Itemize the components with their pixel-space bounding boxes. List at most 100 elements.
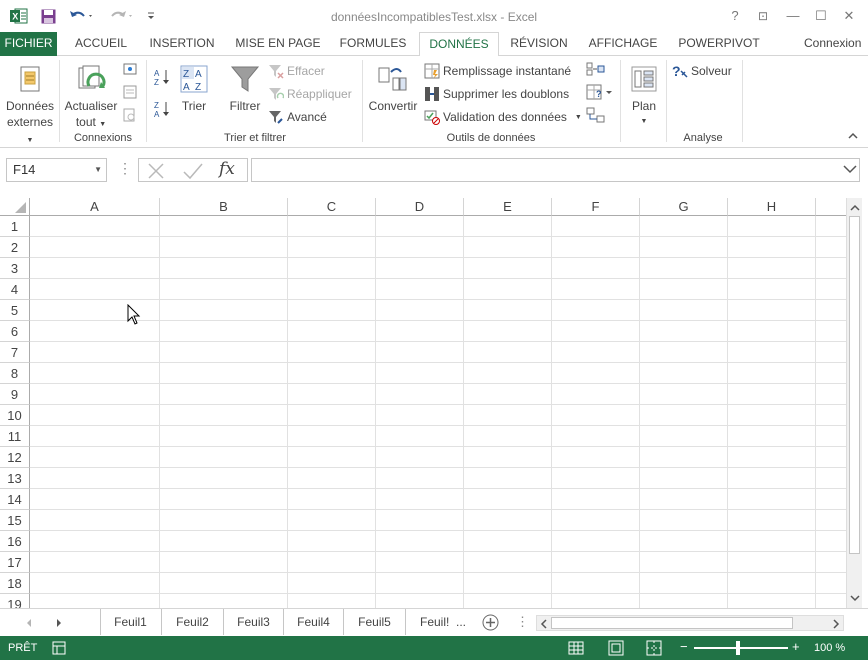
- formula-bar: F14 ▼ ⋮ fx: [0, 148, 868, 198]
- scroll-sheets-left-icon[interactable]: [24, 617, 34, 631]
- minimize-button[interactable]: —: [782, 7, 804, 25]
- filter-button[interactable]: Filtrer: [224, 62, 266, 114]
- row-header[interactable]: 11: [0, 426, 30, 447]
- sort-z-to-a-icon[interactable]: ZA: [154, 100, 172, 119]
- tab-review[interactable]: RÉVISION: [504, 32, 574, 56]
- worksheet-grid[interactable]: ABCDEFGH 1 2 3 4 5 6 7 8 9 10 11 12 13 14 15 16 17 18 19: [0, 198, 846, 608]
- formula-input[interactable]: [251, 158, 860, 182]
- zoom-slider-thumb[interactable]: [736, 641, 740, 655]
- column-header[interactable]: B: [160, 198, 288, 216]
- select-all-button[interactable]: [0, 198, 30, 216]
- sign-in-link[interactable]: Connexion: [804, 32, 868, 56]
- row-header[interactable]: 13: [0, 468, 30, 489]
- expand-formula-bar-icon[interactable]: [843, 163, 857, 178]
- what-if-analysis-icon[interactable]: ?: [586, 84, 614, 102]
- horizontal-scrollbar[interactable]: [536, 615, 844, 631]
- vertical-scrollbar[interactable]: [846, 198, 862, 608]
- row-header[interactable]: 4: [0, 279, 30, 300]
- row-header[interactable]: 2: [0, 237, 30, 258]
- column-header[interactable]: E: [464, 198, 552, 216]
- solver-button[interactable]: ? Solveur: [672, 61, 732, 81]
- row-header[interactable]: 19: [0, 594, 30, 608]
- connections-icon[interactable]: [123, 62, 139, 78]
- row-header[interactable]: 10: [0, 405, 30, 426]
- page-layout-view-icon[interactable]: [608, 640, 624, 659]
- normal-view-icon[interactable]: [568, 640, 584, 659]
- sheet-tab[interactable]: Feuil1: [100, 609, 162, 635]
- zoom-slider[interactable]: [694, 647, 788, 649]
- enter-icon[interactable]: [183, 162, 203, 183]
- row-header[interactable]: 18: [0, 573, 30, 594]
- row-header[interactable]: 9: [0, 384, 30, 405]
- relationships-icon[interactable]: [586, 107, 606, 125]
- zoom-in-icon[interactable]: +: [792, 639, 800, 654]
- row-header[interactable]: 14: [0, 489, 30, 510]
- ribbon-display-button[interactable]: ⊡: [752, 7, 774, 25]
- flash-fill-button[interactable]: Remplissage instantané: [424, 61, 571, 81]
- row-header[interactable]: 17: [0, 552, 30, 573]
- scroll-sheets-right-icon[interactable]: [54, 617, 64, 631]
- external-data-button[interactable]: Données externes ▼: [4, 62, 56, 149]
- formula-bar-grip-icon[interactable]: ⋮: [118, 161, 132, 175]
- tab-insert[interactable]: INSERTION: [144, 32, 220, 56]
- sheet-tab[interactable]: Feuil2: [162, 609, 224, 635]
- data-validation-button[interactable]: Validation des données ▼: [424, 107, 582, 127]
- row-header[interactable]: 1: [0, 216, 30, 237]
- more-sheets-button[interactable]: ...: [456, 615, 466, 629]
- tab-formulas[interactable]: FORMULES: [334, 32, 412, 56]
- horizontal-scroll-thumb[interactable]: [551, 617, 793, 629]
- sheet-tab[interactable]: Feuil!: [406, 609, 452, 635]
- column-header[interactable]: H: [728, 198, 816, 216]
- sheet-tab[interactable]: Feuil4: [284, 609, 344, 635]
- close-button[interactable]: ✕: [838, 7, 860, 25]
- row-header[interactable]: 16: [0, 531, 30, 552]
- insert-function-icon[interactable]: fx: [219, 159, 235, 179]
- refresh-all-button[interactable]: Actualiser tout ▼: [62, 62, 120, 133]
- chevron-down-icon[interactable]: ▼: [94, 159, 102, 181]
- zoom-out-icon[interactable]: −: [680, 639, 688, 654]
- row-header[interactable]: 7: [0, 342, 30, 363]
- sheet-tab[interactable]: Feuil3: [224, 609, 284, 635]
- scroll-left-icon[interactable]: [540, 618, 548, 632]
- vertical-scroll-thumb[interactable]: [849, 216, 860, 554]
- column-header[interactable]: C: [288, 198, 376, 216]
- tab-home[interactable]: ACCUEIL: [66, 32, 136, 56]
- tab-powerpivot[interactable]: POWERPIVOT: [672, 32, 766, 56]
- tab-view[interactable]: AFFICHAGE: [582, 32, 664, 56]
- tab-page-layout[interactable]: MISE EN PAGE: [228, 32, 328, 56]
- sheet-tab[interactable]: Feuil5: [344, 609, 406, 635]
- column-header[interactable]: D: [376, 198, 464, 216]
- column-header[interactable]: F: [552, 198, 640, 216]
- tab-file[interactable]: FICHIER: [0, 32, 57, 56]
- scroll-up-icon[interactable]: [850, 201, 860, 215]
- cancel-icon[interactable]: [147, 162, 165, 183]
- zoom-level[interactable]: 100 %: [814, 642, 845, 654]
- help-button[interactable]: ?: [724, 7, 746, 25]
- maximize-button[interactable]: ☐: [810, 7, 832, 25]
- sort-button[interactable]: ZAAZ Trier: [176, 62, 212, 114]
- macro-record-icon[interactable]: [52, 641, 66, 658]
- advanced-filter-button[interactable]: Avancé: [268, 107, 327, 127]
- sort-a-to-z-icon[interactable]: AZ: [154, 68, 172, 87]
- new-sheet-icon[interactable]: [482, 614, 499, 634]
- row-header[interactable]: 3: [0, 258, 30, 279]
- row-header[interactable]: 6: [0, 321, 30, 342]
- gridline: [30, 530, 846, 531]
- remove-duplicates-button[interactable]: Supprimer les doublons: [424, 84, 569, 104]
- column-header[interactable]: G: [640, 198, 728, 216]
- text-to-columns-button[interactable]: Convertir: [366, 62, 420, 114]
- outline-button[interactable]: Plan ▼: [624, 62, 664, 130]
- name-box[interactable]: F14 ▼: [6, 158, 107, 182]
- column-header[interactable]: A: [30, 198, 160, 216]
- row-header[interactable]: 5: [0, 300, 30, 321]
- tabs-splitter-icon[interactable]: ⋮: [516, 614, 529, 630]
- row-header[interactable]: 12: [0, 447, 30, 468]
- collapse-ribbon-icon[interactable]: [848, 132, 858, 143]
- page-break-view-icon[interactable]: [646, 640, 662, 659]
- scroll-right-icon[interactable]: [832, 618, 840, 632]
- tab-data[interactable]: DONNÉES: [419, 32, 499, 57]
- consolidate-icon[interactable]: [586, 61, 606, 79]
- row-header[interactable]: 15: [0, 510, 30, 531]
- scroll-down-icon[interactable]: [850, 591, 860, 605]
- row-header[interactable]: 8: [0, 363, 30, 384]
